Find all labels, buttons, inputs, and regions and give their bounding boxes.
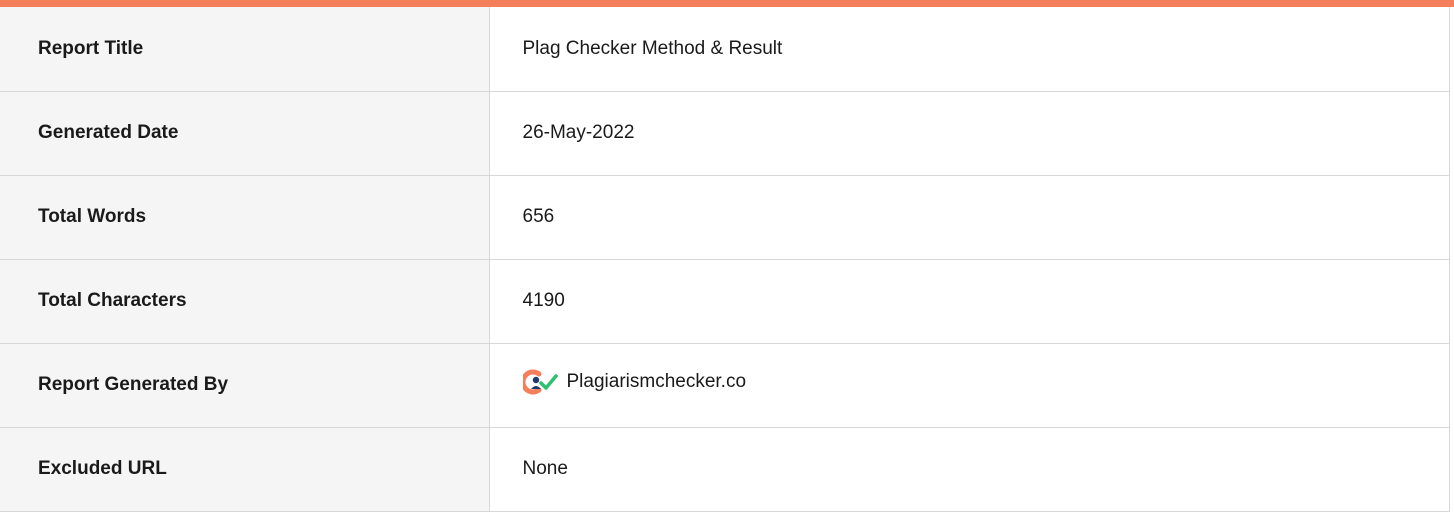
brand: Plagiarismchecker.co [522,368,747,396]
total-characters-label: Total Characters [0,258,490,344]
excluded-url-label: Excluded URL [0,426,490,512]
excluded-url-value: None [488,426,1450,512]
total-words-value: 656 [488,174,1450,260]
table-row-total-words: Total Words 656 [0,174,1450,260]
generated-date-value: 26-May-2022 [488,90,1450,176]
report-details-table: Report Title Plag Checker Method & Resul… [0,7,1450,512]
total-characters-value: 4190 [488,258,1450,344]
table-row-report-title: Report Title Plag Checker Method & Resul… [0,7,1450,92]
table-row-total-characters: Total Characters 4190 [0,258,1450,344]
total-words-label: Total Words [0,174,490,260]
table-row-report-generated-by: Report Generated By Plagiarismchecker.co [0,342,1450,428]
accent-top-bar [0,0,1454,7]
report-generated-by-value: Plagiarismchecker.co [566,371,747,392]
report-title-label: Report Title [0,7,490,92]
report-generated-by-value-cell: Plagiarismchecker.co [488,342,1450,428]
table-row-excluded-url: Excluded URL None [0,426,1450,512]
report-title-value: Plag Checker Method & Result [488,7,1450,92]
generated-date-label: Generated Date [0,90,490,176]
table-row-generated-date: Generated Date 26-May-2022 [0,90,1450,176]
report-generated-by-label: Report Generated By [0,342,490,428]
plagiarismchecker-logo-icon [522,369,558,395]
